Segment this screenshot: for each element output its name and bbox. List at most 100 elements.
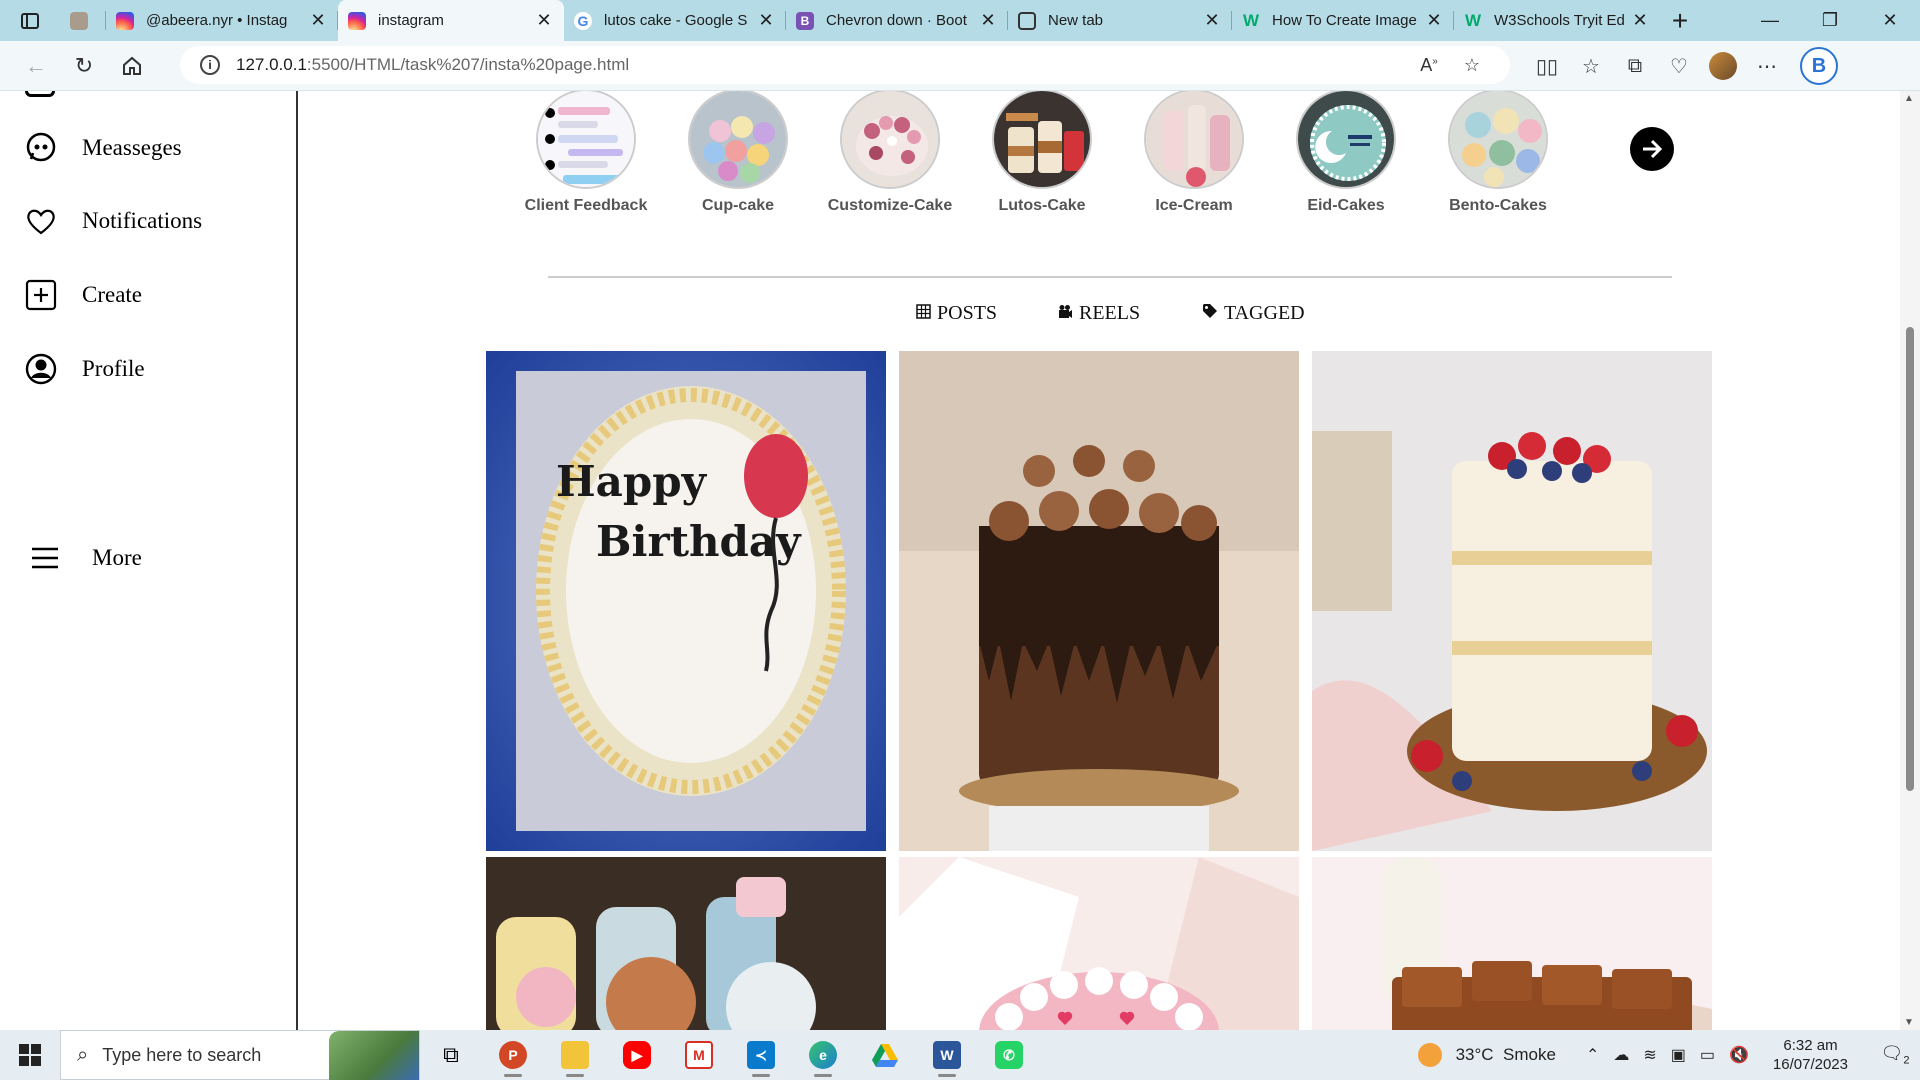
- wifi-icon[interactable]: ≋: [1643, 1045, 1656, 1065]
- tab-new-tab[interactable]: New tab ✕: [1008, 0, 1232, 41]
- post-berry-naked-cake[interactable]: [1312, 351, 1712, 851]
- taskbar-gmail[interactable]: M: [668, 1030, 730, 1080]
- info-icon[interactable]: i: [200, 55, 220, 75]
- taskbar-vscode[interactable]: ≺: [730, 1030, 792, 1080]
- google-drive-icon: [872, 1044, 898, 1067]
- taskbar-file-explorer[interactable]: [544, 1030, 606, 1080]
- sidebar-item-profile[interactable]: Profile: [24, 352, 145, 386]
- meet-icon[interactable]: ▣: [1671, 1045, 1686, 1065]
- folder-icon: [561, 1041, 589, 1069]
- post-happy-birthday-cake[interactable]: Happy Birthday: [486, 351, 886, 851]
- tag-icon: [1202, 303, 1218, 324]
- taskbar-search-input[interactable]: ⌕ Type here to search: [60, 1030, 420, 1080]
- tab-w3schools-image[interactable]: W How To Create Image ✕: [1232, 0, 1454, 41]
- restore-button[interactable]: ❐: [1800, 0, 1860, 41]
- close-icon[interactable]: ✕: [1202, 10, 1222, 31]
- profile-avatar-button[interactable]: [1701, 46, 1745, 86]
- favorites-icon[interactable]: ☆: [1569, 46, 1613, 86]
- hamburger-menu-icon: [28, 541, 62, 575]
- page-scrollbar[interactable]: ▲ ▼: [1900, 91, 1920, 1030]
- taskbar-whatsapp[interactable]: ✆: [978, 1030, 1040, 1080]
- read-aloud-icon[interactable]: A»: [1420, 55, 1438, 76]
- gmail-icon: M: [685, 1041, 713, 1069]
- highlight-cup-cake[interactable]: Cup-cake: [673, 91, 803, 215]
- home-button[interactable]: [108, 46, 156, 86]
- tab-reels[interactable]: REELS: [1058, 302, 1140, 325]
- tab-title: How To Create Image: [1272, 12, 1417, 29]
- favorite-star-icon[interactable]: ☆: [1464, 55, 1480, 76]
- taskbar-edge[interactable]: e: [792, 1030, 854, 1080]
- url-host: 127.0.0.1: [236, 55, 307, 74]
- highlight-thumbnail: [840, 91, 940, 189]
- close-icon[interactable]: ✕: [1630, 10, 1650, 31]
- address-bar[interactable]: i 127.0.0.1:5500/HTML/task%207/insta%20p…: [180, 46, 1510, 84]
- post-bento-animal-cakes[interactable]: [486, 857, 886, 1030]
- collections-icon[interactable]: ⧉: [1613, 46, 1657, 86]
- taskbar-word[interactable]: W: [916, 1030, 978, 1080]
- taskbar-youtube[interactable]: ▶: [606, 1030, 668, 1080]
- post-lotus-biscoff-cake[interactable]: [1312, 857, 1712, 1030]
- taskbar-clock[interactable]: 6:32 am 16/07/2023: [1773, 1036, 1848, 1074]
- highlight-eid-cakes[interactable]: Eid-Cakes: [1281, 91, 1411, 215]
- profile-main: Client Feedback Cup-cake Customize-Cake …: [300, 91, 1900, 1030]
- chevron-up-icon[interactable]: ⌃: [1586, 1045, 1599, 1065]
- highlight-label: Ice-Cream: [1155, 197, 1233, 214]
- post-chocolate-drip-cake[interactable]: [899, 351, 1299, 851]
- task-view-button[interactable]: ⧉: [420, 1030, 482, 1080]
- onedrive-icon[interactable]: ☁: [1613, 1045, 1629, 1065]
- sidebar-item-messages[interactable]: Measseges: [24, 131, 182, 165]
- tab-title: lutos cake - Google S: [604, 12, 748, 29]
- tab-posts[interactable]: POSTS: [916, 302, 997, 325]
- highlight-client-feedback[interactable]: Client Feedback: [521, 91, 651, 215]
- sidebar-item-create[interactable]: Create: [24, 278, 142, 312]
- highlight-customize-cake[interactable]: Customize-Cake: [825, 91, 955, 215]
- post-pink-heart-cake[interactable]: [899, 857, 1299, 1030]
- back-button[interactable]: ←: [12, 46, 60, 86]
- tab-w3schools-tryit[interactable]: W W3Schools Tryit Edito ✕: [1454, 0, 1660, 41]
- window-close-button[interactable]: ✕: [1860, 0, 1920, 41]
- refresh-button[interactable]: ↻: [60, 46, 108, 86]
- settings-more-icon[interactable]: ⋯: [1745, 46, 1789, 86]
- close-icon[interactable]: ✕: [534, 10, 554, 31]
- sidebar-item-label: Measseges: [82, 135, 182, 160]
- start-button[interactable]: [0, 1030, 60, 1080]
- close-icon[interactable]: ✕: [756, 10, 776, 31]
- new-tab-button[interactable]: +: [1660, 5, 1700, 37]
- scrollbar-thumb[interactable]: [1906, 327, 1914, 791]
- tab-actions-button[interactable]: [0, 0, 60, 41]
- sidebar-item-more[interactable]: More: [24, 541, 142, 575]
- notification-count: 2: [1903, 1054, 1910, 1067]
- minimize-button[interactable]: —: [1740, 0, 1800, 41]
- tab-instagram-profile[interactable]: @abeera.nyr • Instag ✕: [106, 0, 338, 41]
- highlight-ice-cream[interactable]: Ice-Cream: [1129, 91, 1259, 215]
- highlight-label: Eid-Cakes: [1307, 197, 1385, 214]
- close-icon[interactable]: ✕: [308, 10, 328, 31]
- scroll-down-arrow-icon[interactable]: ▼: [1904, 1017, 1914, 1028]
- toolbar-right-icons: ▯▯ ☆ ⧉ ♡ ⋯ B: [1525, 41, 1841, 91]
- scroll-up-arrow-icon[interactable]: ▲: [1904, 93, 1914, 104]
- highlights-next-button[interactable]: [1630, 127, 1674, 171]
- arrow-right-icon: [1643, 139, 1663, 159]
- vscode-icon: ≺: [747, 1041, 775, 1069]
- tab-instagram-active[interactable]: instagram ✕: [338, 0, 564, 41]
- split-screen-icon[interactable]: ▯▯: [1525, 46, 1569, 86]
- browser-essentials-icon[interactable]: ♡: [1657, 46, 1701, 86]
- weather-widget[interactable]: 33°C Smoke: [1417, 1043, 1556, 1067]
- bing-chat-button[interactable]: B: [1797, 46, 1841, 86]
- highlight-lutos-cake[interactable]: Lutos-Cake: [977, 91, 1107, 215]
- powerpoint-icon: P: [499, 1041, 527, 1069]
- tab-pinned[interactable]: [60, 0, 106, 41]
- tab-google-search[interactable]: G lutos cake - Google S ✕: [564, 0, 786, 41]
- close-icon[interactable]: ✕: [1424, 10, 1444, 31]
- close-icon[interactable]: ✕: [978, 10, 998, 31]
- notification-center-button[interactable]: 🗨2: [1870, 1043, 1920, 1067]
- taskbar-google-drive[interactable]: [854, 1030, 916, 1080]
- taskbar-powerpoint[interactable]: P: [482, 1030, 544, 1080]
- battery-icon[interactable]: ▭: [1700, 1045, 1715, 1065]
- volume-muted-icon[interactable]: 🔇: [1729, 1045, 1749, 1065]
- highlight-bento-cakes[interactable]: Bento-Cakes: [1433, 91, 1563, 215]
- tab-bootstrap[interactable]: B Chevron down · Boot ✕: [786, 0, 1008, 41]
- sidebar-item-notifications[interactable]: Notifications: [24, 204, 202, 238]
- highlight-thumbnail: [1448, 91, 1548, 189]
- tab-tagged[interactable]: TAGGED: [1202, 302, 1305, 325]
